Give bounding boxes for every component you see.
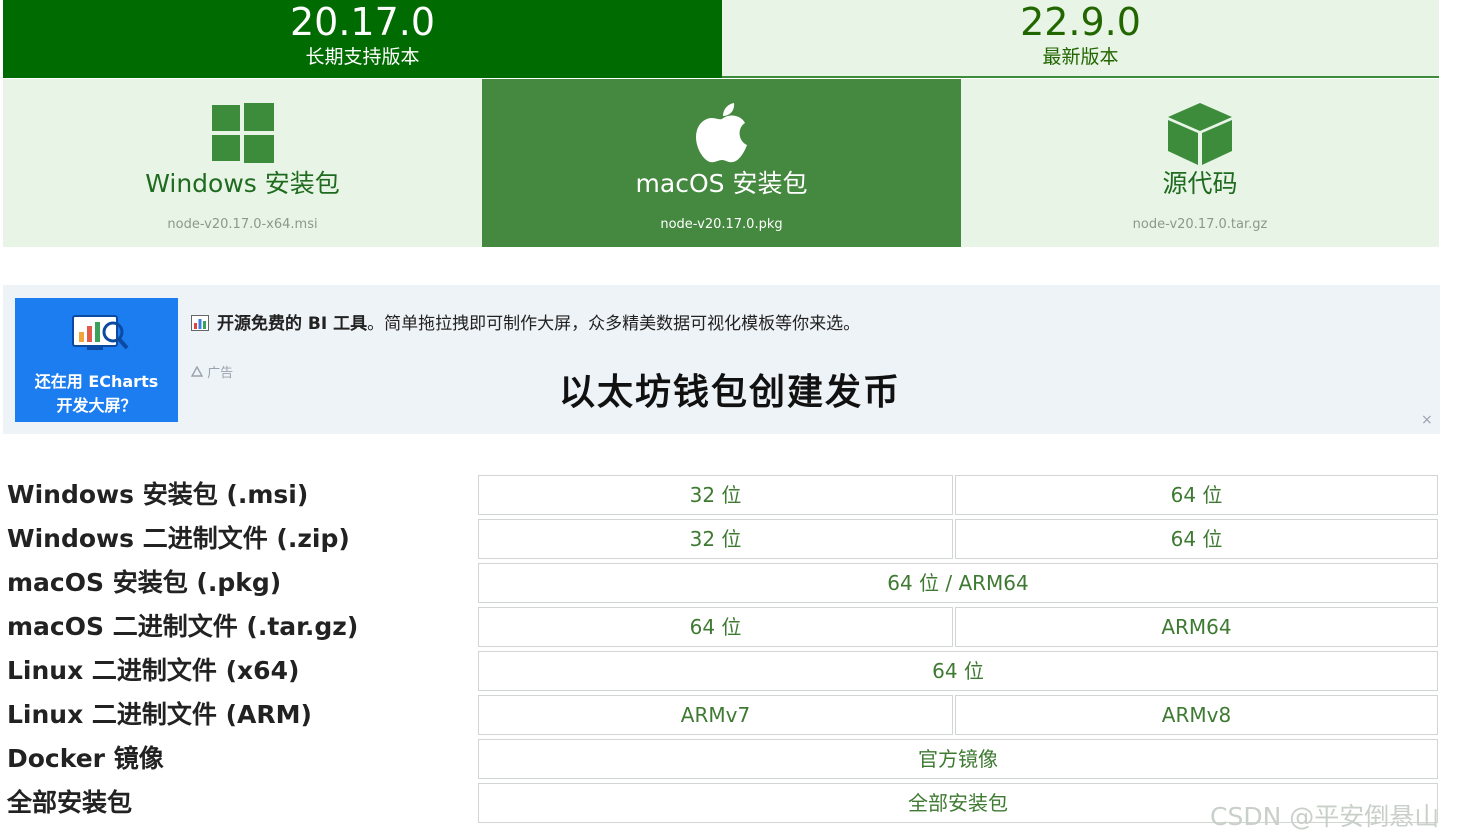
download-link[interactable]: 64 位 / ARM64 bbox=[478, 563, 1438, 603]
ad-triangle-icon bbox=[190, 365, 207, 381]
ad-headline: 以太坊钱包创建发币 bbox=[559, 372, 902, 413]
download-link[interactable]: 官方镜像 bbox=[478, 739, 1438, 779]
apple-logo-icon bbox=[695, 103, 749, 169]
download-row-label: macOS 安装包 (.pkg) bbox=[7, 568, 282, 597]
lts-version-label: 长期支持版本 bbox=[305, 46, 420, 68]
ad-close-icon[interactable]: × bbox=[1421, 413, 1433, 427]
download-link[interactable]: 64 位 bbox=[478, 607, 953, 647]
ad-banner[interactable]: 还在用 ECharts 开发大屏？ 开源免费的 BI 工具。简单拖拉拽即可制作大… bbox=[3, 285, 1440, 434]
download-link[interactable]: 32 位 bbox=[478, 519, 953, 559]
windows-installer-card[interactable]: Windows 安装包 node-v20.17.0-x64.msi bbox=[3, 79, 482, 247]
tab-current-version[interactable]: 22.9.0 最新版本 bbox=[722, 0, 1439, 78]
watermark: CSDN @平安倒悬山 bbox=[1210, 802, 1440, 831]
download-row-label: Linux 二进制文件 (x64) bbox=[7, 656, 300, 685]
ad-text-rest: 。简单拖拉拽即可制作大屏，众多精美数据可视化模板等你来选。 bbox=[367, 314, 861, 334]
download-link[interactable]: 64 位 bbox=[955, 475, 1438, 515]
download-link[interactable]: ARMv8 bbox=[955, 695, 1438, 735]
download-row-label: Docker 镜像 bbox=[7, 744, 164, 773]
source-code-title: 源代码 bbox=[1162, 169, 1238, 198]
macos-installer-title: macOS 安装包 bbox=[635, 169, 808, 198]
dashboard-chart-icon bbox=[69, 310, 131, 362]
windows-logo-icon bbox=[211, 103, 274, 167]
current-version-number: 22.9.0 bbox=[1020, 0, 1141, 44]
ad-text-bold: 开源免费的 BI 工具 bbox=[217, 314, 368, 334]
current-version-label: 最新版本 bbox=[1042, 46, 1119, 68]
download-row-label: Windows 二进制文件 (.zip) bbox=[7, 524, 350, 553]
source-code-card[interactable]: 源代码 node-v20.17.0.tar.gz bbox=[961, 79, 1439, 247]
bar-chart-icon bbox=[191, 315, 209, 331]
download-row-label: Windows 安装包 (.msi) bbox=[7, 480, 309, 509]
box-icon bbox=[1168, 103, 1232, 169]
macos-installer-card[interactable]: macOS 安装包 node-v20.17.0.pkg bbox=[482, 79, 961, 247]
source-code-file: node-v20.17.0.tar.gz bbox=[1132, 217, 1268, 232]
download-link[interactable]: 32 位 bbox=[478, 475, 953, 515]
download-row-label: Linux 二进制文件 (ARM) bbox=[7, 700, 312, 729]
ad-image-line1: 还在用 ECharts bbox=[34, 372, 159, 391]
download-row-label: 全部安装包 bbox=[7, 788, 133, 817]
windows-installer-title: Windows 安装包 bbox=[145, 169, 340, 198]
download-row-label: macOS 二进制文件 (.tar.gz) bbox=[7, 612, 359, 641]
download-link[interactable]: ARM64 bbox=[955, 607, 1438, 647]
download-link[interactable]: ARMv7 bbox=[478, 695, 953, 735]
macos-installer-file: node-v20.17.0.pkg bbox=[660, 217, 783, 232]
ad-mark-label: 广告 bbox=[207, 366, 234, 381]
tab-lts-version[interactable]: 20.17.0 长期支持版本 bbox=[3, 0, 722, 78]
ad-image-line2: 开发大屏？ bbox=[56, 396, 137, 415]
lts-version-number: 20.17.0 bbox=[289, 0, 436, 44]
windows-installer-file: node-v20.17.0-x64.msi bbox=[167, 217, 318, 232]
download-link[interactable]: 64 位 bbox=[478, 651, 1438, 691]
ad-text[interactable]: 开源免费的 BI 工具。简单拖拉拽即可制作大屏，众多精美数据可视化模板等你来选。 bbox=[191, 309, 860, 334]
download-link[interactable]: 64 位 bbox=[955, 519, 1438, 559]
ad-image[interactable]: 还在用 ECharts 开发大屏？ bbox=[15, 298, 178, 422]
ad-mark: 广告 bbox=[190, 362, 234, 381]
